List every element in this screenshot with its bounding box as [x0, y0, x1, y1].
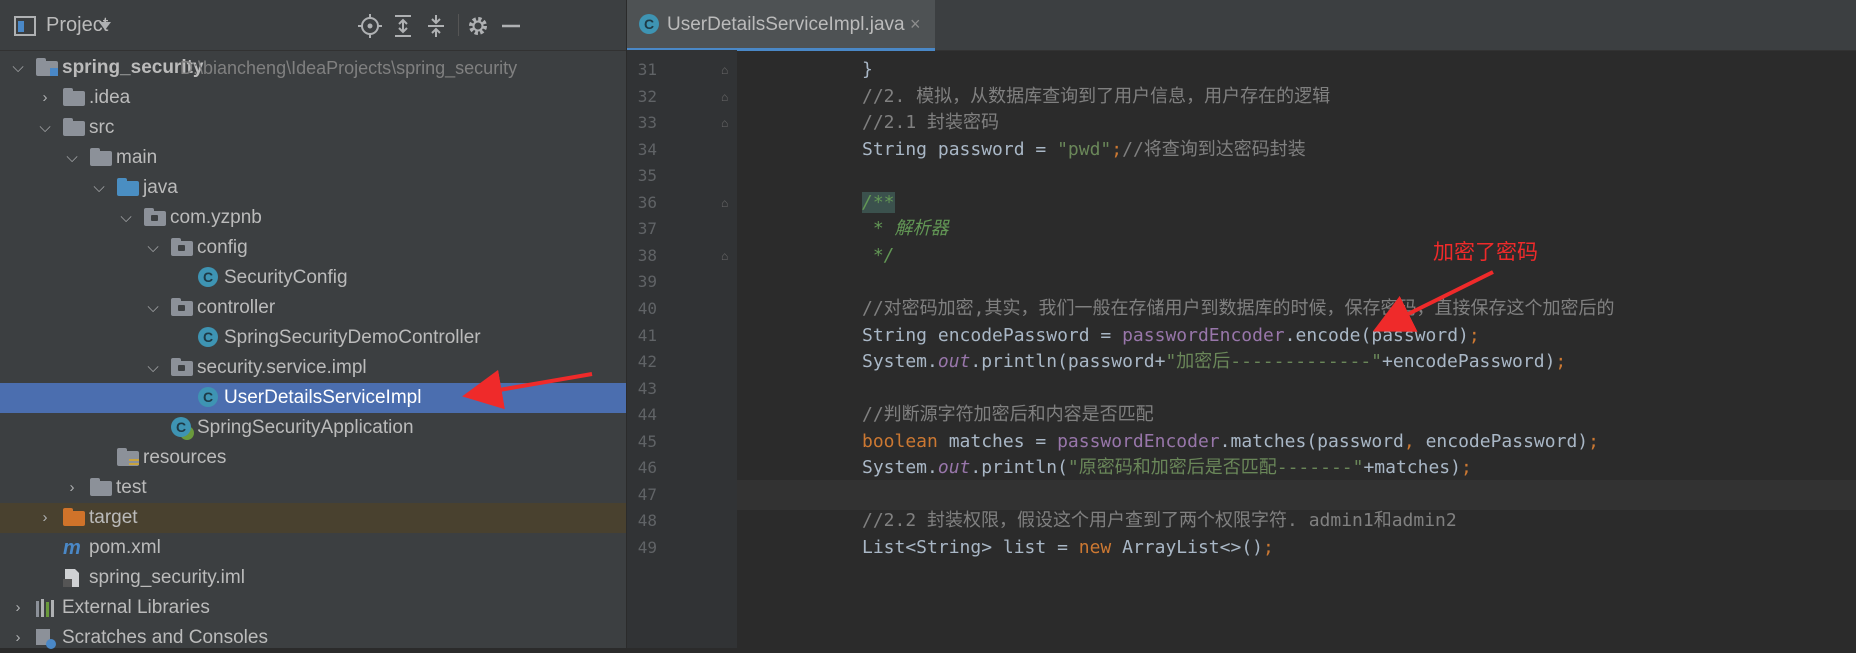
annotation-arrow-code — [1372, 270, 1494, 332]
annotation-arrow-tree — [462, 369, 593, 410]
annotation-arrows — [462, 270, 1494, 410]
